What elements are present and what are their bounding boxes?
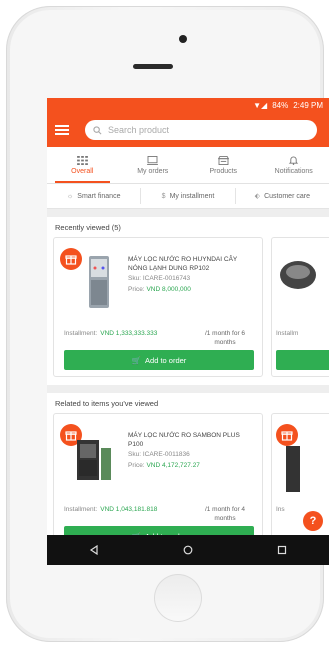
hamburger-menu-icon[interactable] (55, 125, 69, 135)
installment-label: Installm (276, 330, 299, 337)
product-image (280, 261, 316, 289)
tag-icon: ⬖ (254, 193, 261, 200)
gift-icon (276, 424, 298, 446)
product-name: MÁY LỌC NƯỚC RO SAMBON PLUS P100 (128, 432, 240, 448)
tab-label: Products (209, 167, 238, 175)
product-image (286, 446, 300, 492)
tab-products[interactable]: Products (188, 147, 259, 183)
button-label: Add to order (145, 355, 187, 365)
grid-icon (76, 155, 88, 165)
battery-level: 84% (272, 101, 289, 110)
installment-row: Installment: VND 1,043,181.818 /1 month … (64, 506, 254, 523)
product-info: MÁY LỌC NƯỚC RO SAMBON PLUS P100 Sku: IC… (128, 432, 256, 470)
tab-label: Overall (71, 167, 94, 175)
laptop-icon (147, 155, 159, 165)
search-input[interactable]: Search product (85, 120, 317, 140)
cart-icon: 🛒 (131, 355, 142, 365)
recents-icon[interactable] (277, 545, 287, 555)
sku-value: ICARE-0011836 (142, 451, 190, 458)
gift-icon (60, 248, 82, 270)
installment-label: Installment: (64, 330, 98, 337)
tab-notifications[interactable]: Notifications (259, 147, 330, 183)
quick-link-label: My installment (169, 192, 215, 200)
sku-label: Sku: (128, 451, 142, 458)
product-info: MÁY LỌC NƯỚC RO HUYNDAI CÂY NÓNG LẠNH DU… (128, 256, 256, 294)
earpiece-speaker (133, 64, 173, 69)
product-card-peek[interactable]: Ins (271, 413, 329, 553)
help-button[interactable]: ? (303, 511, 323, 531)
installment-label: Installment: (64, 506, 98, 513)
installment-terms: /1 month for 4 months (204, 506, 246, 522)
product-card[interactable]: MÁY LỌC NƯỚC RO HUYNDAI CÂY NÓNG LẠNH DU… (53, 237, 263, 377)
android-nav-bar (47, 535, 329, 565)
dollar-icon: $ (161, 192, 166, 200)
signal-icon: ▼◢ (253, 101, 268, 110)
shop-icon (217, 155, 229, 165)
search-icon (93, 125, 102, 134)
price-label: Price: (128, 461, 145, 469)
front-camera (179, 35, 187, 43)
section-title: Related to items you've viewed (55, 399, 159, 408)
customer-care-link[interactable]: ⬖ Customer care (236, 188, 329, 204)
bulb-icon: ☼ (66, 192, 74, 200)
status-bar: ▼◢ 84% 2:49 PM (47, 98, 329, 113)
price-value: VND 8,000,000 (146, 285, 191, 293)
quick-link-label: Smart finance (77, 192, 121, 200)
bell-icon (289, 156, 299, 165)
sku-value: ICARE-0016743 (142, 275, 191, 282)
product-price: Price: VND 4,172,727.27 (128, 462, 256, 471)
product-price: Price: VND 8,000,000 (128, 286, 256, 295)
smart-finance-link[interactable]: ☼ Smart finance (47, 188, 142, 204)
quick-link-label: Customer care (264, 192, 310, 200)
add-to-order-button[interactable] (276, 350, 329, 370)
recently-viewed-section: Recently viewed (5) MÁY LỌC NƯỚC RO HUYN… (47, 217, 329, 385)
product-sku: Sku: ICARE-0011836 (128, 451, 256, 460)
tab-label: Notifications (274, 167, 313, 175)
installment-label: Ins (276, 506, 285, 513)
product-name: MÁY LỌC NƯỚC RO HUYNDAI CÂY NÓNG LẠNH DU… (128, 256, 238, 272)
my-installment-link[interactable]: $ My installment (141, 188, 236, 204)
app-bar: Search product (47, 113, 329, 147)
app-screen: ▼◢ 84% 2:49 PM Search product Overall My… (47, 98, 329, 565)
price-value: VND 4,172,727.27 (146, 461, 200, 469)
tab-overall[interactable]: Overall (47, 147, 118, 183)
section-title: Recently viewed (5) (55, 223, 121, 232)
installment-value: VND 1,333,333.333 (100, 330, 158, 337)
product-image (77, 440, 111, 480)
add-to-order-button[interactable]: 🛒 Add to order (64, 350, 254, 370)
installment-value: VND 1,043,181.818 (100, 506, 158, 513)
price-label: Price: (128, 285, 145, 293)
back-icon[interactable] (89, 545, 99, 555)
product-card[interactable]: MÁY LỌC NƯỚC RO SAMBON PLUS P100 Sku: IC… (53, 413, 263, 553)
sku-label: Sku: (128, 275, 142, 282)
installment-row: Installment: VND 1,333,333.333 /1 month … (64, 330, 254, 347)
status-time: 2:49 PM (293, 101, 323, 110)
search-placeholder: Search product (108, 125, 170, 135)
tab-my-orders[interactable]: My orders (118, 147, 189, 183)
product-image (89, 256, 109, 308)
tab-label: My orders (137, 167, 169, 175)
product-card-peek[interactable]: Installm (271, 237, 329, 377)
installment-terms: /1 month for 6 months (204, 330, 246, 346)
recent-carousel[interactable]: MÁY LỌC NƯỚC RO HUYNDAI CÂY NÓNG LẠNH DU… (47, 237, 329, 385)
quick-links-bar: ☼ Smart finance $ My installment ⬖ Custo… (47, 184, 329, 209)
home-button[interactable] (154, 574, 202, 622)
product-sku: Sku: ICARE-0016743 (128, 275, 256, 284)
main-tabs: Overall My orders Products Notifications (47, 147, 329, 184)
home-icon[interactable] (183, 545, 193, 555)
